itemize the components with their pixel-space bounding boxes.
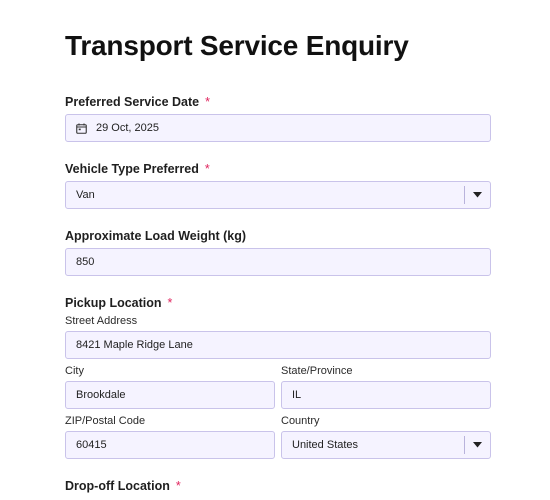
load-weight-input[interactable] bbox=[76, 256, 490, 268]
city-input[interactable] bbox=[76, 389, 274, 401]
pickup-location-label: Pickup Location * bbox=[65, 296, 172, 310]
load-weight-label: Approximate Load Weight (kg) bbox=[65, 229, 246, 243]
dropoff-location-label-text: Drop-off Location bbox=[65, 479, 170, 493]
enquiry-form: Transport Service Enquiry Preferred Serv… bbox=[0, 0, 550, 500]
vehicle-type-value: Van bbox=[76, 189, 95, 201]
state-province-label: State/Province bbox=[281, 365, 353, 377]
service-date-label-text: Preferred Service Date bbox=[65, 95, 200, 109]
chevron-down-icon[interactable] bbox=[465, 182, 490, 208]
state-province-input[interactable] bbox=[292, 389, 490, 401]
zip-code-label: ZIP/Postal Code bbox=[65, 415, 146, 427]
country-label: Country bbox=[281, 415, 320, 427]
load-weight-field[interactable] bbox=[65, 248, 491, 276]
dropoff-location-label: Drop-off Location * bbox=[65, 479, 181, 493]
chevron-down-icon[interactable] bbox=[465, 432, 490, 458]
zip-code-field[interactable] bbox=[65, 431, 275, 459]
country-value: United States bbox=[292, 439, 359, 451]
country-select[interactable]: United States bbox=[281, 431, 491, 459]
zip-code-input[interactable] bbox=[76, 439, 274, 451]
service-date-value: 29 Oct, 2025 bbox=[96, 122, 159, 134]
service-date-label: Preferred Service Date * bbox=[65, 95, 210, 109]
required-mark: * bbox=[175, 479, 181, 493]
vehicle-type-label: Vehicle Type Preferred * bbox=[65, 162, 210, 176]
vehicle-type-label-text: Vehicle Type Preferred bbox=[65, 162, 199, 176]
calendar-icon bbox=[76, 122, 88, 134]
form-title: Transport Service Enquiry bbox=[65, 30, 409, 61]
pickup-location-label-text: Pickup Location bbox=[65, 296, 162, 310]
required-mark: * bbox=[205, 95, 210, 109]
street-address-field[interactable] bbox=[65, 331, 491, 359]
load-weight-label-text: Approximate Load Weight (kg) bbox=[65, 229, 247, 243]
street-address-label: Street Address bbox=[65, 315, 138, 327]
required-mark: * bbox=[204, 162, 210, 176]
required-mark: * bbox=[167, 296, 173, 310]
city-label: City bbox=[65, 365, 84, 377]
service-date-field[interactable]: 29 Oct, 2025 bbox=[65, 114, 491, 142]
state-province-field[interactable] bbox=[281, 381, 491, 409]
vehicle-type-select[interactable]: Van bbox=[65, 181, 491, 209]
city-field[interactable] bbox=[65, 381, 275, 409]
street-address-input[interactable] bbox=[76, 339, 490, 351]
